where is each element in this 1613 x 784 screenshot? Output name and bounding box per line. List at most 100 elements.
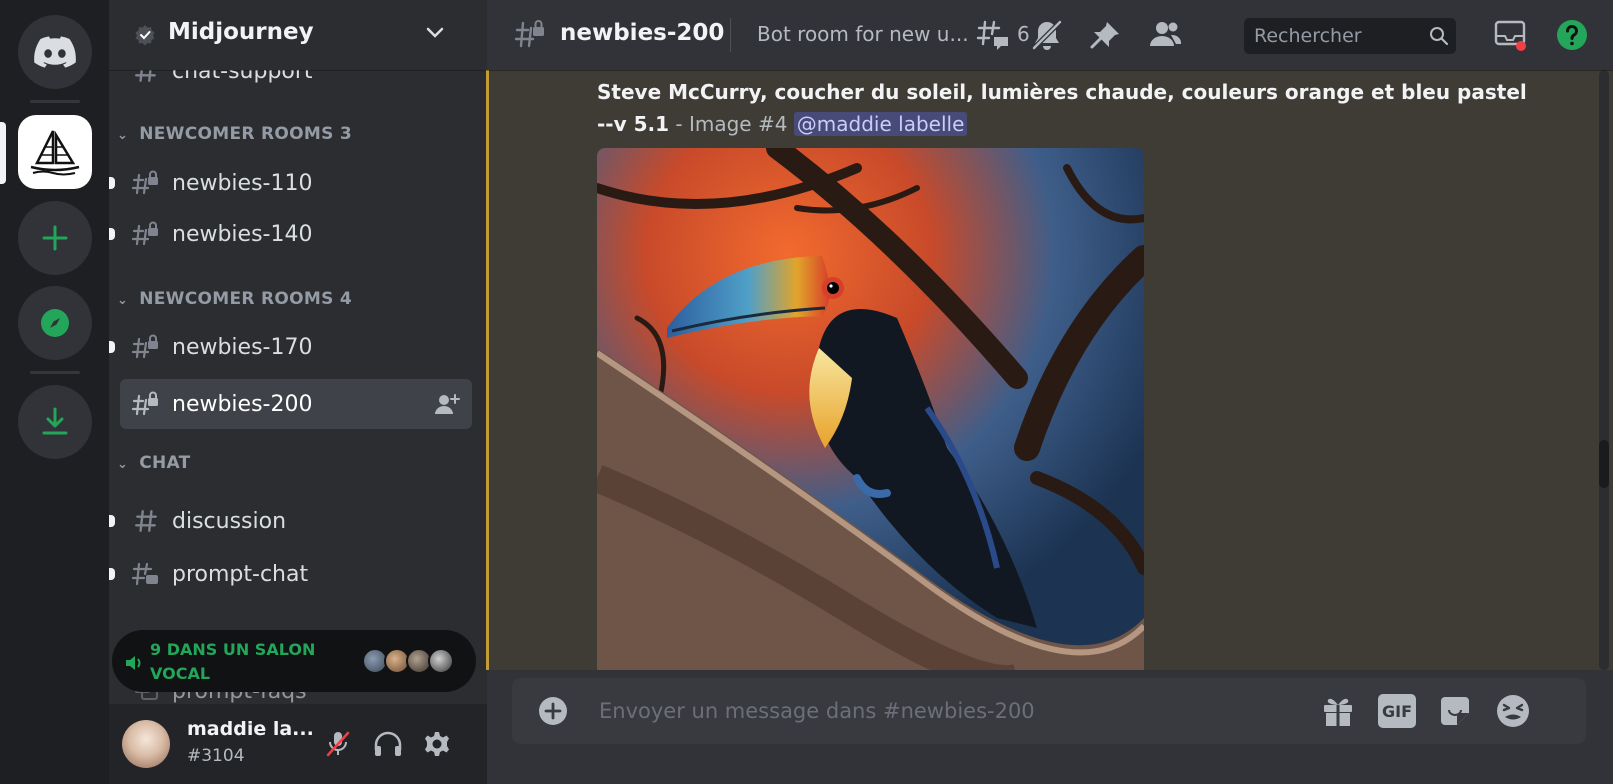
chevron-down-icon: ⌄ — [117, 128, 129, 143]
voice-count-label: 9 DANS UN SALON VOCAL — [150, 640, 316, 683]
emoji-icon — [1497, 695, 1529, 727]
toucan-image — [597, 148, 1144, 670]
user-discriminator: #3104 — [187, 746, 245, 766]
channel-newbies-170[interactable]: newbies-170 — [109, 322, 472, 372]
server-rail — [0, 0, 109, 784]
rail-divider-2 — [30, 371, 80, 374]
scrollbar-thumb[interactable] — [1599, 440, 1609, 488]
sticker-button[interactable] — [1437, 693, 1473, 729]
chevron-down-icon: ⌄ — [117, 293, 129, 308]
channel-label: discussion — [172, 508, 287, 534]
message-input[interactable] — [597, 678, 1297, 744]
hash-thread-icon — [120, 560, 172, 588]
channel-label: newbies-170 — [172, 334, 313, 360]
plus-icon — [42, 225, 68, 251]
hash-locked-icon — [120, 169, 172, 197]
gift-icon — [1324, 698, 1352, 726]
message-prompt: Steve McCurry, coucher du soleil, lumièr… — [597, 80, 1527, 104]
verified-badge-icon — [135, 25, 155, 46]
chevron-down-icon[interactable] — [425, 25, 445, 41]
compass-icon — [41, 309, 69, 337]
toucan-image-attachment[interactable] — [597, 148, 1144, 670]
mic-muted-icon[interactable] — [325, 730, 351, 758]
unread-indicator — [109, 341, 115, 353]
header-divider — [730, 18, 731, 52]
channel-sidebar: chat-support Midjourney ⌄ NEWCOMER ROOMS… — [109, 0, 487, 784]
category-newcomer-rooms-4[interactable]: ⌄ NEWCOMER ROOMS 4 — [117, 289, 352, 309]
channel-newbies-140[interactable]: newbies-140 — [109, 209, 472, 259]
channel-label: newbies-110 — [172, 170, 313, 196]
message-meta: --v 5.1 - Image #4 @maddie labelle — [597, 112, 968, 136]
midjourney-boat-icon — [30, 130, 80, 176]
hash-locked-icon — [120, 220, 172, 248]
hash-locked-icon — [120, 390, 172, 418]
channel-focus-accent — [486, 70, 489, 670]
search-input[interactable] — [1244, 18, 1424, 54]
voice-activity-banner[interactable]: 9 DANS UN SALON VOCAL — [112, 630, 476, 692]
chevron-down-icon: ⌄ — [117, 457, 129, 472]
gift-button[interactable] — [1320, 692, 1356, 730]
inbox-icon[interactable] — [1494, 20, 1528, 52]
scrollbar-track[interactable] — [1599, 70, 1609, 670]
plus-circle-icon — [539, 697, 567, 725]
channel-discussion[interactable]: discussion — [109, 496, 472, 546]
username[interactable]: maddie la... — [187, 718, 314, 740]
unread-indicator — [109, 515, 115, 527]
hash-locked-icon — [120, 333, 172, 361]
download-apps-button[interactable] — [18, 385, 92, 459]
gif-label: GIF — [1381, 701, 1412, 721]
category-label: NEWCOMER ROOMS 3 — [139, 124, 352, 144]
invite-user-icon[interactable] — [434, 392, 460, 416]
download-icon — [42, 407, 68, 435]
search-icon — [1430, 27, 1449, 46]
speaker-icon — [126, 656, 141, 670]
message-composer: GIF — [512, 678, 1586, 744]
threads-count: 6 — [1017, 22, 1030, 46]
message-list: Steve McCurry, coucher du soleil, lumièr… — [487, 70, 1613, 670]
server-midjourney[interactable] — [18, 115, 92, 189]
category-label: CHAT — [139, 453, 191, 473]
discord-logo-icon — [34, 36, 76, 68]
unread-indicator — [109, 568, 115, 580]
channel-title: newbies-200 — [560, 20, 725, 46]
members-icon[interactable] — [1147, 18, 1183, 50]
server-header[interactable]: Midjourney — [109, 0, 487, 70]
headphones-icon[interactable] — [373, 730, 403, 758]
channel-label: newbies-140 — [172, 221, 313, 247]
category-newcomer-rooms-3[interactable]: ⌄ NEWCOMER ROOMS 3 — [117, 124, 352, 144]
search-box[interactable] — [1244, 18, 1456, 54]
channel-newbies-110[interactable]: newbies-110 — [109, 158, 472, 208]
unread-indicator — [109, 177, 115, 189]
channel-label: prompt-chat — [172, 561, 309, 587]
add-server-button[interactable] — [18, 201, 92, 275]
notification-muted-icon[interactable] — [1030, 18, 1064, 52]
channel-header: newbies-200 Bot room for new u... 6 — [487, 0, 1613, 70]
server-name: Midjourney — [168, 19, 314, 45]
hash-icon — [120, 508, 172, 534]
hash-locked-icon — [514, 20, 544, 48]
explore-servers-button[interactable] — [18, 286, 92, 360]
active-server-pill — [0, 122, 6, 184]
category-chat[interactable]: ⌄ CHAT — [117, 453, 191, 473]
pin-icon[interactable] — [1089, 20, 1121, 50]
composer-area: GIF — [487, 670, 1613, 784]
discord-home-button[interactable] — [18, 15, 92, 89]
channel-newbies-200[interactable]: newbies-200 — [120, 379, 472, 429]
sticker-icon — [1441, 697, 1469, 725]
emoji-button[interactable] — [1494, 692, 1532, 730]
avatar[interactable] — [122, 720, 170, 768]
threads-icon[interactable] — [975, 18, 1013, 52]
unread-indicator — [109, 228, 115, 240]
gif-button[interactable]: GIF — [1378, 694, 1416, 728]
user-panel: maddie la... #3104 — [109, 704, 487, 784]
add-attachment-button[interactable] — [538, 696, 568, 726]
message-params: --v 5.1 — [597, 112, 670, 136]
gear-icon[interactable] — [423, 730, 451, 758]
image-label: - Image #4 — [669, 112, 794, 136]
user-mention[interactable]: @maddie labelle — [793, 112, 968, 136]
channel-prompt-chat[interactable]: prompt-chat — [109, 549, 472, 599]
help-icon[interactable] — [1556, 19, 1588, 51]
channel-topic[interactable]: Bot room for new u... — [757, 22, 969, 46]
channel-label: newbies-200 — [172, 391, 313, 417]
category-label: NEWCOMER ROOMS 4 — [139, 289, 352, 309]
